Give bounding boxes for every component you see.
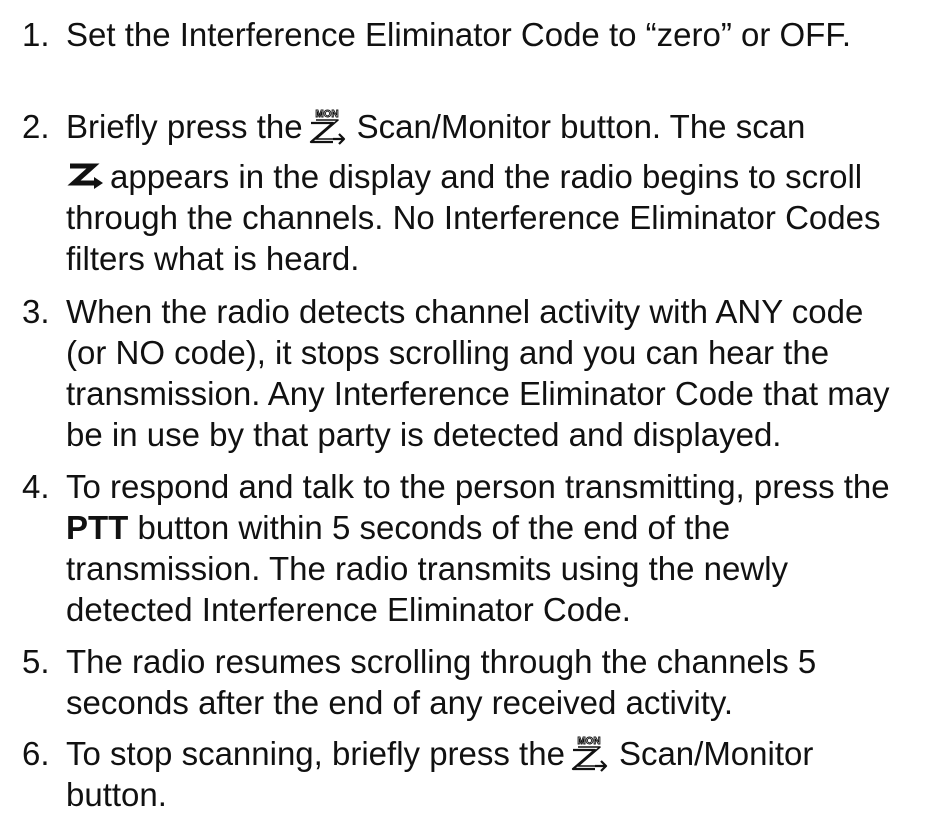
step-number: 3. <box>22 293 50 330</box>
step-line: transmission. The radio transmits using … <box>66 550 789 587</box>
step-2: 2. Briefly press the MON Scan/Monitor butt… <box>0 106 943 279</box>
step-line: (or NO code), it stops scrolling and you… <box>66 334 830 371</box>
step-line: PTT button within 5 seconds of the end o… <box>66 507 937 548</box>
step-number: 5. <box>22 643 50 680</box>
step-text: The radio resumes scrolling through the … <box>66 641 937 723</box>
step-line: To stop scanning, briefly press the MON Sc… <box>66 733 937 774</box>
instruction-page: 1. Set the Interference Eliminator Code … <box>0 0 943 813</box>
step-line: To respond and talk to the person transm… <box>66 468 890 505</box>
step-text: To respond and talk to the person transm… <box>66 466 937 630</box>
step-text: To stop scanning, briefly press the MON Sc… <box>66 733 937 815</box>
step-text-fragment: Scan/Monitor <box>618 735 814 772</box>
step-line: Set the Interference Eliminator Code to … <box>66 16 851 53</box>
step-3: 3. When the radio detects channel activi… <box>0 291 943 455</box>
step-number: 2. <box>22 108 50 145</box>
scan-monitor-button-icon: MON <box>571 736 608 772</box>
step-5: 5. The radio resumes scrolling through t… <box>0 641 943 723</box>
mon-label: MON <box>577 736 600 747</box>
step-line: button. <box>66 776 167 813</box>
step-text-fragment: To stop scanning, briefly press the <box>66 735 565 772</box>
step-4: 4. To respond and talk to the person tra… <box>0 466 943 630</box>
step-line: filters what is heard. <box>66 240 360 277</box>
step-text-fragment: button within 5 seconds of the end of th… <box>128 509 731 546</box>
step-line: transmission. Any Interference Eliminato… <box>66 375 890 412</box>
step-line: seconds after the end of any received ac… <box>66 684 734 721</box>
ptt-button-label: PTT <box>66 509 129 546</box>
step-text-fragment: Briefly press the <box>66 108 303 145</box>
step-text: Briefly press the MON Scan/Monitor button.… <box>66 106 937 279</box>
step-line: detected Interference Eliminator Code. <box>66 591 631 628</box>
step-1: 1. Set the Interference Eliminator Code … <box>0 14 943 55</box>
step-line: When the radio detects channel activity … <box>66 293 864 330</box>
step-text-fragment: Scan/Monitor button. The scan <box>356 108 806 145</box>
step-line: be in use by that party is detected and … <box>66 416 782 453</box>
scan-indicator-icon <box>67 163 103 189</box>
step-text: Set the Interference Eliminator Code to … <box>66 14 937 55</box>
scan-monitor-button-icon: MON <box>309 109 345 145</box>
mon-label: MON <box>315 109 338 120</box>
step-line: through the channels. No Interference El… <box>66 199 881 236</box>
step-line: Briefly press the MON Scan/Monitor button.… <box>66 106 937 147</box>
step-number: 1. <box>22 16 50 53</box>
step-text: When the radio detects channel activity … <box>66 291 937 455</box>
step-number: 6. <box>22 735 50 772</box>
step-6: 6. To stop scanning, briefly press the MO… <box>0 733 943 815</box>
step-line: appears in the display and the radio beg… <box>66 156 937 197</box>
step-text-fragment: appears in the display and the radio beg… <box>110 158 863 195</box>
step-line: The radio resumes scrolling through the … <box>66 643 817 680</box>
step-number: 4. <box>22 468 50 505</box>
